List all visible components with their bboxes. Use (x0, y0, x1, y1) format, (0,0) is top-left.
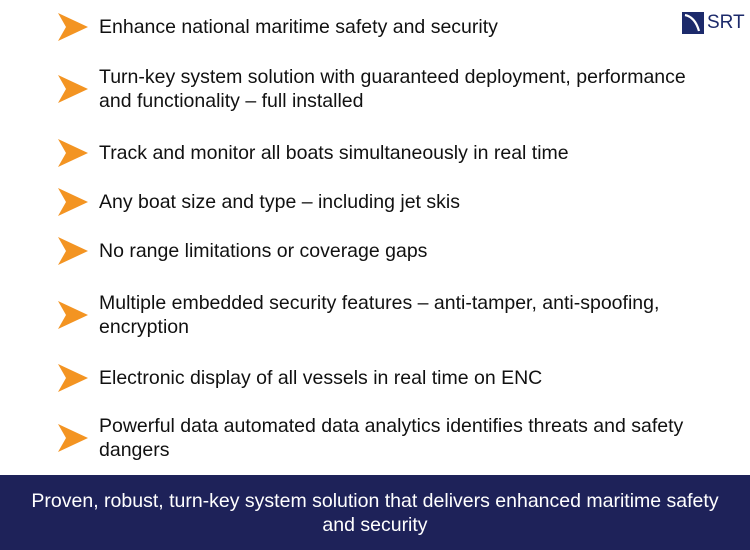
bullet-text: Turn-key system solution with guaranteed… (99, 66, 686, 112)
bullet-text: Any boat size and type – including jet s… (99, 191, 460, 213)
orange-arrow-bullet-icon (58, 139, 88, 167)
bullet-text: Electronic display of all vessels in rea… (99, 367, 543, 389)
footer-banner: Proven, robust, turn-key system solution… (0, 475, 750, 550)
bullet-item: Multiple embedded security features – an… (58, 291, 718, 339)
orange-arrow-bullet-icon (58, 424, 88, 452)
bullet-item: Electronic display of all vessels in rea… (58, 364, 718, 392)
bullet-text: Track and monitor all boats simultaneous… (99, 142, 569, 164)
slide: SRT Enhance national maritime safety and… (0, 0, 750, 550)
bullet-text: Powerful data automated data analytics i… (99, 415, 684, 461)
bullet-item: Any boat size and type – including jet s… (58, 188, 718, 216)
bullet-item: Turn-key system solution with guaranteed… (58, 65, 718, 113)
orange-arrow-bullet-icon (58, 364, 88, 392)
orange-arrow-bullet-icon (58, 75, 88, 103)
orange-arrow-bullet-icon (58, 13, 88, 41)
bullet-item: Enhance national maritime safety and sec… (58, 13, 718, 41)
bullet-text: Multiple embedded security features – an… (99, 292, 660, 338)
orange-arrow-bullet-icon (58, 188, 88, 216)
bullet-text: Enhance national maritime safety and sec… (99, 16, 498, 38)
bullet-item: Track and monitor all boats simultaneous… (58, 139, 718, 167)
orange-arrow-bullet-icon (58, 237, 88, 265)
bullet-item: No range limitations or coverage gaps (58, 237, 718, 265)
orange-arrow-bullet-icon (58, 301, 88, 329)
bullet-item: Powerful data automated data analytics i… (58, 414, 718, 462)
footer-text: Proven, robust, turn-key system solution… (31, 489, 719, 536)
bullet-text: No range limitations or coverage gaps (99, 240, 428, 262)
